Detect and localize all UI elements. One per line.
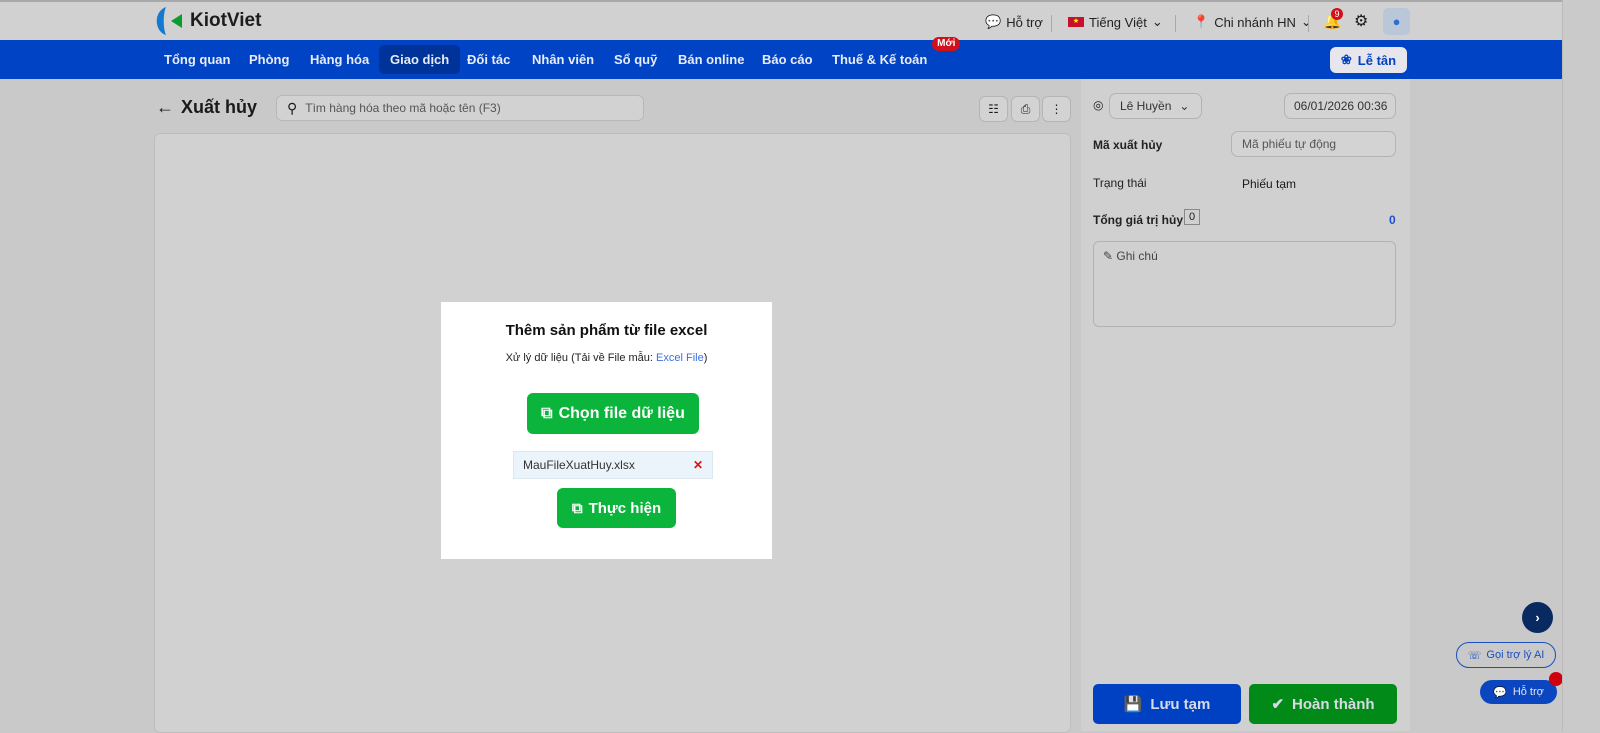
nav-phong[interactable]: Phòng [238, 45, 300, 74]
support-chat-label: Hỗ trợ [1512, 686, 1544, 698]
top-header: KiotViet 💬 Hỗ trợ ★ Tiếng Việt ⌄ 📍 Chi nhánh… [0, 0, 1600, 40]
import-excel-dialog: Thêm sản phẩm từ file excel Xử lý dữ liệ… [441, 302, 772, 559]
execute-button[interactable]: ⧉ Thực hiện [557, 488, 676, 528]
save-draft-button[interactable]: 💾 Lưu tạm [1093, 684, 1241, 724]
choose-file-label: Chọn file dữ liệu [558, 404, 685, 422]
kiotviet-logo-icon [156, 7, 182, 35]
support-link[interactable]: 💬 Hỗ trợ [985, 14, 1043, 30]
chat-icon: 💬 [985, 14, 1002, 29]
floppy-disk-icon: 💾 [1123, 696, 1143, 713]
complete-button[interactable]: ✔ Hoàn thành [1249, 684, 1397, 724]
main-nav: Tổng quan Phòng Hàng hóa Giao dịch Đối t… [0, 37, 1600, 79]
print-icon[interactable]: ⎙ [1011, 96, 1040, 122]
new-badge: Mới [932, 37, 961, 51]
file-name: MauFileXuatHuy.xlsx [523, 458, 635, 472]
checkmark-icon: ✔ [1271, 696, 1285, 713]
phone-sparkle-icon: ☏ [1467, 649, 1482, 662]
reception-label: Lễ tân [1357, 52, 1397, 68]
branch-label: Chi nhánh HN [1214, 14, 1296, 30]
location-pin-icon: 📍 [1193, 14, 1210, 29]
choose-file-button[interactable]: ⧉ Chọn file dữ liệu [527, 393, 699, 434]
complete-label: Hoàn thành [1292, 695, 1375, 713]
excel-template-link[interactable]: Excel File [656, 352, 704, 364]
chevron-down-icon: ⌄ [1179, 99, 1190, 113]
user-circle-icon: ◎ [1093, 98, 1104, 112]
datetime-field[interactable]: 06/01/2026 00:36 [1284, 93, 1396, 119]
barcode-list-icon[interactable]: ☷ [979, 96, 1008, 122]
reception-button[interactable]: ❀ Lễ tân [1330, 47, 1407, 73]
product-search-input[interactable]: ⚲ Tìm hàng hóa theo mã hoặc tên (F3) [276, 95, 644, 121]
nav-thue-ke-toan[interactable]: Thuế & Kế toán Mới [821, 37, 961, 74]
avatar[interactable]: ● [1383, 8, 1410, 35]
status-value: Phiếu tạm [1242, 177, 1297, 191]
execute-label: Thực hiện [588, 499, 662, 517]
nav-tong-quan[interactable]: Tổng quan [153, 45, 241, 74]
back-arrow-icon[interactable]: ← [156, 97, 174, 118]
dialog-title: Thêm sản phẩm từ file excel [505, 322, 708, 339]
lotus-icon: ❀ [1340, 52, 1352, 67]
nav-giao-dich[interactable]: Giao dịch [379, 45, 461, 74]
scrollbar[interactable] [1562, 0, 1600, 731]
nav-nhan-vien[interactable]: Nhân viên [521, 45, 605, 74]
support-chat-button[interactable]: 💬 Hỗ trợ [1480, 672, 1563, 704]
subtitle-text: Xử lý dữ liệu (Tải về File mẫu: [505, 352, 657, 364]
logo-text: KiotViet [190, 10, 262, 31]
note-placeholder: Ghi chú [1116, 249, 1158, 263]
nav-hang-hoa[interactable]: Hàng hóa [299, 45, 380, 74]
notification-badge: 9 [1331, 8, 1343, 20]
search-icon: ⚲ [287, 99, 298, 116]
language-label: Tiếng Việt [1089, 14, 1147, 30]
chevron-down-icon: ⌄ [1300, 14, 1312, 29]
more-options-icon[interactable]: ⋮ [1042, 96, 1071, 122]
note-textarea[interactable]: ✎ Ghi chú [1093, 241, 1396, 327]
save-draft-label: Lưu tạm [1150, 695, 1211, 713]
status-label: Trạng thái [1093, 176, 1147, 190]
employee-select[interactable]: Lê Huyền ⌄ [1109, 93, 1202, 119]
ai-assistant-button[interactable]: ☏ Gọi trợ lý AI [1456, 642, 1556, 668]
copy-files-icon: ⧉ [541, 404, 553, 422]
nav-thue-label: Thuế & Kế toán [832, 52, 928, 67]
page-title: Xuất hủy [181, 97, 258, 117]
language-select[interactable]: ★ Tiếng Việt ⌄ [1068, 14, 1163, 30]
user-icon: ● [1392, 14, 1401, 29]
subtitle-suffix: ) [703, 352, 708, 364]
nav-so-quy[interactable]: Sổ quỹ [603, 45, 668, 74]
vietnam-flag-icon: ★ [1068, 17, 1084, 27]
unread-dot [1549, 672, 1563, 686]
total-label: Tổng giá trị hủy [1093, 213, 1183, 227]
nav-bao-cao[interactable]: Báo cáo [751, 45, 824, 74]
employee-name: Lê Huyền [1120, 99, 1172, 113]
chat-bubble-icon: 💬 [1493, 686, 1507, 699]
chevron-down-icon: ⌄ [1151, 14, 1163, 29]
ai-call-label: Gọi trợ lý AI [1486, 649, 1545, 661]
dialog-subtitle: Xử lý dữ liệu (Tải về File mẫu: Excel Fi… [441, 352, 772, 364]
code-label: Mã xuất hủy [1093, 138, 1163, 152]
nav-doi-tac[interactable]: Đối tác [456, 45, 521, 74]
nav-ban-online[interactable]: Bán online [667, 45, 755, 74]
logo[interactable]: KiotViet [154, 6, 261, 36]
expand-chevron-right-icon[interactable]: › [1522, 602, 1553, 633]
selected-file: MauFileXuatHuy.xlsx ✕ [513, 451, 713, 479]
search-placeholder: Tìm hàng hóa theo mã hoặc tên (F3) [305, 101, 501, 115]
settings-gear-icon[interactable]: ⚙ [1354, 11, 1368, 31]
remove-file-x-icon[interactable]: ✕ [693, 458, 703, 472]
branch-select[interactable]: 📍 Chi nhánh HN ⌄ [1193, 14, 1312, 30]
notification-button[interactable]: 🔔 9 [1323, 8, 1343, 30]
total-count: 0 [1184, 209, 1201, 225]
pencil-icon: ✎ [1103, 249, 1114, 263]
support-label: Hỗ trợ [1006, 14, 1043, 30]
copy-files-icon: ⧉ [571, 499, 583, 517]
code-input[interactable]: Mã phiếu tự động [1231, 131, 1396, 157]
total-value: 0 [1389, 213, 1396, 227]
